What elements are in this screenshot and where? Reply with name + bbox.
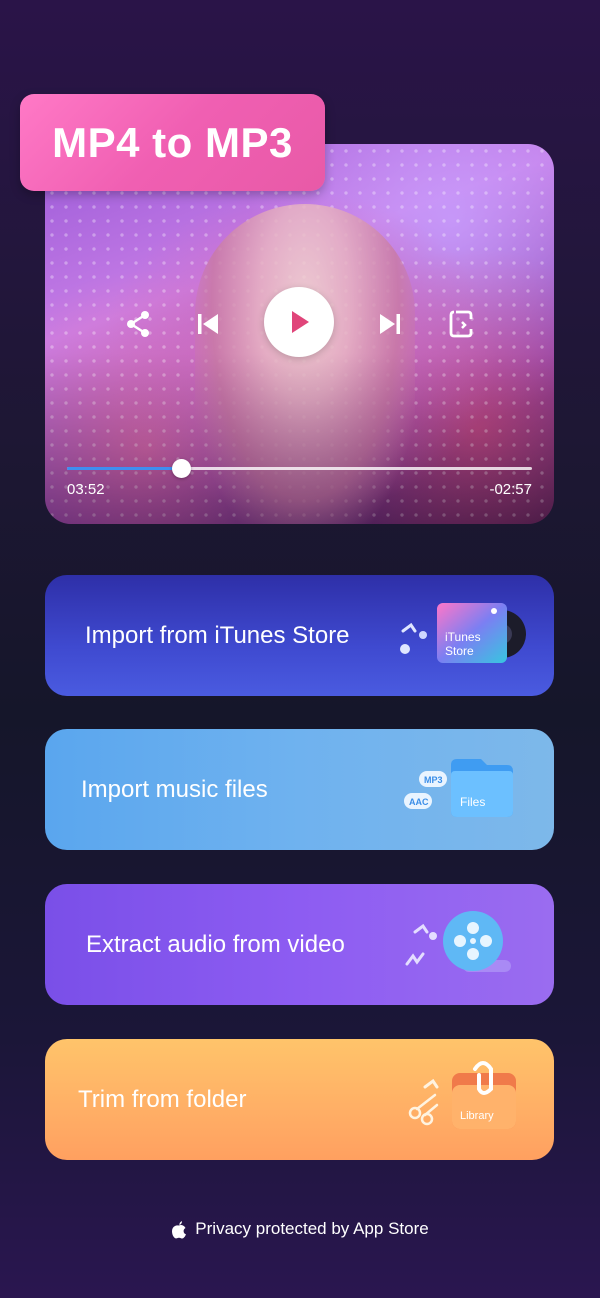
svg-text:iTunes: iTunes bbox=[445, 630, 481, 644]
svg-text:AAC: AAC bbox=[409, 797, 429, 807]
svg-text:Files: Files bbox=[460, 795, 485, 809]
next-icon[interactable] bbox=[370, 304, 410, 344]
remaining-time: -02:57 bbox=[489, 481, 532, 498]
import-music-files-button[interactable]: Import music files MP3 AAC Files bbox=[45, 729, 554, 850]
privacy-footer: Privacy protected by App Store bbox=[0, 1219, 600, 1239]
player-controls bbox=[45, 287, 554, 364]
privacy-text: Privacy protected by App Store bbox=[195, 1219, 429, 1238]
extract-audio-button[interactable]: Extract audio from video bbox=[45, 884, 554, 1005]
svg-text:MP3: MP3 bbox=[424, 775, 443, 785]
page-title: MP4 to MP3 bbox=[52, 118, 293, 166]
trim-from-folder-button[interactable]: Trim from folder Library bbox=[45, 1039, 554, 1160]
itunes-store-icon: iTunes Store bbox=[397, 575, 527, 696]
svg-text:Library: Library bbox=[460, 1110, 494, 1122]
progress-bar[interactable] bbox=[67, 459, 532, 478]
apple-icon bbox=[172, 1220, 187, 1238]
files-icon: MP3 AAC Files bbox=[403, 729, 523, 850]
share-icon[interactable] bbox=[118, 304, 158, 344]
play-button[interactable] bbox=[264, 287, 334, 357]
library-icon: Library bbox=[407, 1039, 522, 1160]
import-itunes-label: Import from iTunes Store bbox=[85, 621, 350, 649]
trim-from-folder-label: Trim from folder bbox=[78, 1085, 247, 1113]
progress-fill bbox=[67, 467, 181, 470]
extract-audio-label: Extract audio from video bbox=[86, 930, 345, 958]
elapsed-time: 03:52 bbox=[67, 481, 105, 498]
svg-text:Store: Store bbox=[445, 644, 474, 658]
import-itunes-button[interactable]: Import from iTunes Store iTunes Store bbox=[45, 575, 554, 696]
import-music-files-label: Import music files bbox=[81, 775, 268, 803]
video-preview[interactable]: 03:52 -02:57 bbox=[45, 144, 554, 524]
progress-thumb[interactable] bbox=[171, 459, 191, 478]
previous-icon[interactable] bbox=[188, 304, 228, 344]
play-icon bbox=[292, 311, 309, 333]
convert-icon[interactable] bbox=[441, 304, 481, 344]
film-reel-icon bbox=[403, 884, 518, 1005]
title-badge: MP4 to MP3 bbox=[20, 94, 325, 191]
